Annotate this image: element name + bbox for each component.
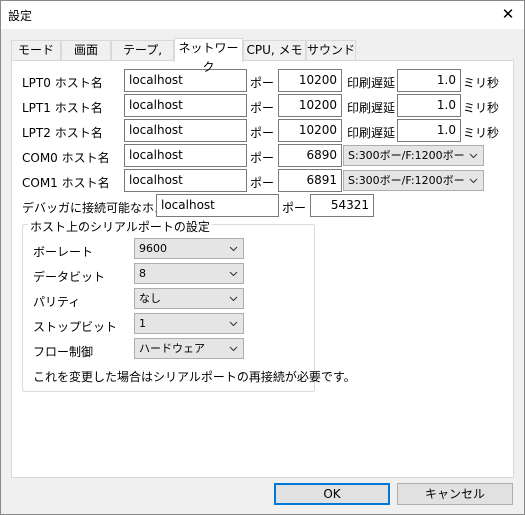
com1-mode-value: S:300ボー/F:1200ボー	[348, 174, 465, 187]
chevron-down-icon	[469, 178, 478, 184]
chevron-down-icon	[229, 296, 238, 302]
lpt1-unit: ミリ秒	[463, 101, 500, 115]
com1-host-field[interactable]: localhost	[124, 169, 247, 192]
chevron-down-icon	[229, 321, 238, 327]
lpt0-host-field[interactable]: localhost	[124, 69, 247, 92]
window-title: 設定	[8, 9, 33, 23]
lpt0-port-field[interactable]: 10200	[278, 69, 342, 92]
com0-mode-select[interactable]: S:300ボー/F:1200ボー	[343, 145, 484, 166]
data-bits-label: データビット	[33, 270, 106, 284]
lpt1-label: LPT1 ホスト名	[22, 101, 103, 115]
baud-rate-select[interactable]: 9600	[134, 238, 244, 259]
debugger-host-field[interactable]: localhost	[156, 194, 279, 217]
lpt2-unit: ミリ秒	[463, 126, 500, 140]
tab-network[interactable]: ネットワーク	[174, 38, 243, 74]
parity-select[interactable]: なし	[134, 288, 244, 309]
lpt1-port-field[interactable]: 10200	[278, 94, 342, 117]
chevron-down-icon	[229, 246, 238, 252]
chevron-down-icon	[229, 271, 238, 277]
lpt0-delay-field[interactable]: 1.0	[397, 69, 461, 92]
chevron-down-icon	[469, 153, 478, 159]
parity-label: パリティ	[33, 295, 81, 309]
cancel-button[interactable]: キャンセル	[397, 483, 513, 505]
close-icon[interactable]: ✕	[492, 1, 524, 29]
lpt0-delay-label: 印刷遅延	[347, 76, 396, 90]
lpt2-delay-field[interactable]: 1.0	[397, 119, 461, 142]
baud-rate-value: 9600	[139, 242, 167, 255]
lpt2-delay-label: 印刷遅延	[347, 126, 396, 140]
reconnect-note: これを変更した場合はシリアルポートの再接続が必要です。	[33, 370, 356, 384]
com1-port-field[interactable]: 6891	[278, 169, 342, 192]
serial-settings-title: ホスト上のシリアルポートの設定	[28, 218, 212, 235]
com0-mode-value: S:300ボー/F:1200ボー	[348, 149, 465, 162]
lpt2-label: LPT2 ホスト名	[22, 126, 103, 140]
data-bits-select[interactable]: 8	[134, 263, 244, 284]
ok-button[interactable]: OK	[274, 483, 390, 505]
com1-label: COM1 ホスト名	[22, 176, 110, 190]
title-bar: 設定 ✕	[1, 1, 524, 29]
parity-value: なし	[139, 292, 161, 305]
tab-display[interactable]: 画面	[61, 40, 111, 61]
baud-rate-label: ボーレート	[33, 245, 94, 259]
lpt0-label: LPT0 ホスト名	[22, 76, 103, 90]
tab-sound[interactable]: サウンド	[306, 40, 356, 61]
data-bits-value: 8	[139, 267, 146, 280]
com0-host-field[interactable]: localhost	[124, 144, 247, 167]
flow-control-value: ハードウェア	[139, 342, 205, 355]
stop-bits-label: ストップビット	[33, 320, 118, 334]
flow-control-select[interactable]: ハードウェア	[134, 338, 244, 359]
stop-bits-value: 1	[139, 317, 146, 330]
lpt1-host-field[interactable]: localhost	[124, 94, 247, 117]
lpt1-delay-field[interactable]: 1.0	[397, 94, 461, 117]
lpt1-delay-label: 印刷遅延	[347, 101, 396, 115]
tab-cpu-memory[interactable]: CPU, メモリ	[243, 40, 306, 76]
debugger-host-label: デバッガに接続可能なホスト	[22, 201, 179, 215]
debugger-port-field[interactable]: 54321	[310, 194, 374, 217]
com0-label: COM0 ホスト名	[22, 151, 110, 165]
chevron-down-icon	[229, 346, 238, 352]
tab-tape-fdd[interactable]: テープ, FDD	[111, 40, 174, 76]
settings-dialog: 設定 ✕ モード 画面 テープ, FDD ネットワーク CPU, メモリ サウン…	[0, 0, 525, 515]
com1-mode-select[interactable]: S:300ボー/F:1200ボー	[343, 170, 484, 191]
lpt2-host-field[interactable]: localhost	[124, 119, 247, 142]
stop-bits-select[interactable]: 1	[134, 313, 244, 334]
lpt0-unit: ミリ秒	[463, 76, 500, 90]
flow-control-label: フロー制御	[33, 345, 94, 359]
tab-mode[interactable]: モード	[11, 40, 61, 61]
com0-port-field[interactable]: 6890	[278, 144, 342, 167]
lpt2-port-field[interactable]: 10200	[278, 119, 342, 142]
